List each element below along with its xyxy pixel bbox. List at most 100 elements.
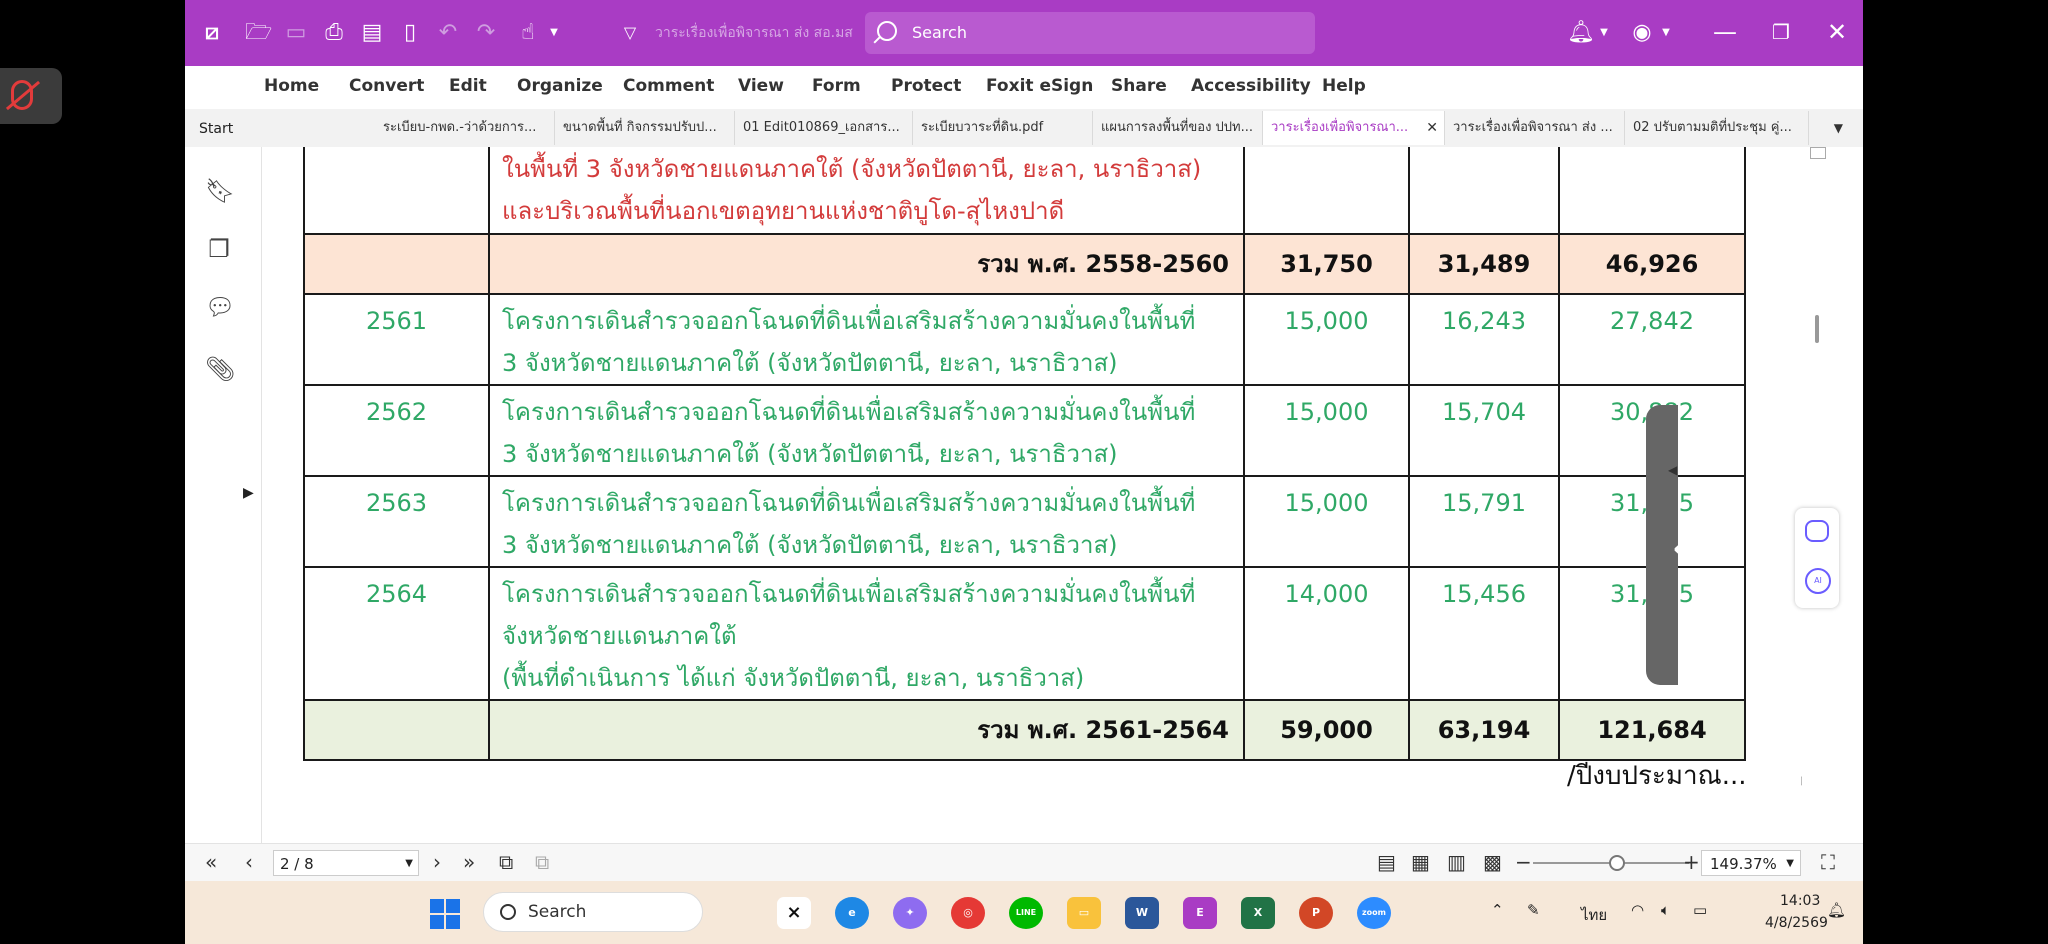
file-explorer-icon[interactable]: ▭ — [1067, 897, 1101, 929]
tab-start[interactable]: Start — [199, 121, 233, 137]
wifi-icon[interactable]: ◠ — [1631, 901, 1644, 919]
previous-view-icon[interactable]: ⧉ — [499, 850, 513, 874]
menu-accessibility[interactable]: Accessibility — [1191, 76, 1311, 96]
next-view-icon[interactable]: ⧉ — [535, 850, 549, 874]
clock-date[interactable]: 4/8/2569 — [1765, 915, 1828, 931]
document-title: วาระเรื่องเพื่อพิจารณา ส่ง สอ.มส — [655, 25, 853, 41]
next-page-icon[interactable]: › — [433, 850, 441, 874]
zoom-out-icon[interactable]: − — [1515, 850, 1532, 874]
hand-tool-dropdown-icon[interactable]: ▼ — [541, 20, 567, 46]
menu-edit[interactable]: Edit — [449, 76, 487, 96]
ai-icon[interactable]: AI — [1805, 568, 1831, 594]
new-document-icon[interactable]: ▯ — [397, 20, 423, 46]
bookmark-icon[interactable]: 🔖︎ — [205, 177, 235, 205]
continuous-facing-view-icon[interactable]: ▩ — [1483, 850, 1502, 874]
attachment-icon[interactable]: 📎︎ — [205, 355, 235, 383]
menu-foxit-esign[interactable]: Foxit eSign — [986, 76, 1093, 96]
page-dropdown-icon[interactable]: ▼ — [405, 851, 413, 877]
chat-bot-icon[interactable] — [1805, 520, 1829, 542]
document-tab[interactable]: แผนการลงพื้นที่ของ ปปท... — [1093, 111, 1263, 145]
edge-app-icon[interactable]: e — [835, 897, 869, 929]
powerpoint-app-icon[interactable]: P — [1299, 897, 1333, 929]
facing-view-icon[interactable]: ▥ — [1447, 850, 1466, 874]
menu-help[interactable]: Help — [1322, 76, 1366, 96]
zoom-in-icon[interactable]: + — [1683, 850, 1700, 874]
comments-icon[interactable]: 💬︎ — [205, 293, 235, 321]
menu-form[interactable]: Form — [812, 76, 861, 96]
battery-icon[interactable]: ▭ — [1693, 901, 1707, 919]
line-app-icon[interactable]: LINE — [1009, 897, 1043, 929]
document-tab[interactable]: 01 Edit010869_เอกสาร... — [735, 111, 913, 145]
first-page-icon[interactable]: « — [205, 850, 217, 874]
pages-icon[interactable]: ❐ — [205, 235, 233, 263]
bell-dropdown-icon[interactable]: ▼ — [1591, 20, 1617, 46]
account-icon[interactable]: ◉ — [1629, 20, 1655, 46]
notification-icon[interactable]: 🔔︎ — [1827, 901, 1846, 919]
input-language[interactable]: ไทย — [1581, 903, 1607, 927]
save-icon[interactable]: ▭ — [283, 20, 309, 46]
single-page-view-icon[interactable]: ▤ — [1377, 850, 1396, 874]
vertical-scrollbar[interactable] — [1807, 147, 1827, 843]
scrollbar-top-marker — [1810, 147, 1826, 159]
restore-button[interactable]: ❐ — [1761, 12, 1801, 52]
taskbar-search-box[interactable]: Search — [483, 892, 703, 932]
value-cell: 16,243 — [1442, 307, 1526, 335]
close-button[interactable]: ✕ — [1817, 12, 1857, 52]
pen-icon[interactable]: ✎ — [1527, 901, 1540, 919]
document-tab[interactable]: ระเบียบ-กพด.-ว่าด้วยการ... — [375, 111, 555, 145]
menu-protect[interactable]: Protect — [891, 76, 961, 96]
menu-home[interactable]: Home — [264, 76, 319, 96]
redo-icon[interactable]: ↷ — [473, 20, 499, 46]
zoom-dropdown-icon[interactable]: ▼ — [1786, 851, 1794, 877]
menu-comment[interactable]: Comment — [623, 76, 714, 96]
continuous-view-icon[interactable]: ▦ — [1411, 850, 1430, 874]
document-tab[interactable]: วาระเรื่องเพื่อพิจารณา ส่ง ... — [1445, 111, 1625, 145]
word-app-icon[interactable]: W — [1125, 897, 1159, 929]
zoom-level-field[interactable]: 149.37% ▼ — [1701, 850, 1801, 876]
scrollbar-thumb[interactable] — [1815, 315, 1819, 343]
tab-list-dropdown-icon[interactable]: ▼ — [1834, 121, 1843, 135]
year-cell: 2564 — [365, 580, 428, 608]
fullscreen-icon[interactable]: ⛶ — [1821, 850, 1835, 874]
tab-close-icon[interactable]: ✕ — [1426, 111, 1438, 145]
ai-assistant-widget[interactable]: AI — [1795, 508, 1839, 608]
foxit-editor-window: ⧄ 🗁 ▭ ⎙ ▤ ▯ ↶ ↷ ☝ ▼ ▽ วาระเรื่องเพื่อพิจ… — [185, 0, 1863, 944]
menu-view[interactable]: View — [738, 76, 784, 96]
muted-microphone-icon[interactable] — [0, 68, 62, 124]
hand-tool-icon[interactable]: ☝ — [515, 20, 541, 46]
bell-icon[interactable]: 🔔︎ — [1567, 20, 1595, 46]
document-tab[interactable]: 02 ปรับตามมติที่ประชุม คู่... — [1625, 111, 1809, 145]
document-tab[interactable]: ระเบียบวาระที่ดิน.pdf — [913, 111, 1093, 145]
total-value: 59,000 — [1280, 716, 1373, 744]
document-tab[interactable]: ขนาดพื้นที่ กิจกรรมปรับป... — [555, 111, 735, 145]
zoom-slider-thumb[interactable] — [1609, 855, 1625, 871]
capcut-app-icon[interactable]: ⨯ — [777, 897, 811, 929]
volume-icon[interactable]: 🔈︎ — [1661, 901, 1670, 919]
windows-start-icon[interactable] — [430, 899, 460, 929]
chevron-left-icon[interactable]: ‹ — [1670, 512, 1694, 582]
zoom-app-icon[interactable]: zoom — [1357, 897, 1391, 929]
chrome-app-icon[interactable]: ◎ — [951, 897, 985, 929]
page-number-field[interactable]: 2 / 8 ▼ — [273, 850, 419, 876]
document-tab-active[interactable]: วาระเรื่องเพื่อพิจารณา... ✕ — [1263, 111, 1445, 145]
menu-share[interactable]: Share — [1111, 76, 1167, 96]
quick-access-dropdown-icon[interactable]: ▽ — [617, 20, 643, 46]
create-pdf-icon[interactable]: ▤ — [359, 20, 385, 46]
open-folder-icon[interactable]: 🗁 — [245, 20, 272, 46]
clock-time[interactable]: 14:03 — [1780, 893, 1820, 909]
search-box[interactable]: Search — [865, 12, 1315, 54]
excel-app-icon[interactable]: X — [1241, 897, 1275, 929]
account-dropdown-icon[interactable]: ▼ — [1653, 20, 1679, 46]
last-page-icon[interactable]: » — [463, 850, 475, 874]
menu-organize[interactable]: Organize — [517, 76, 603, 96]
foxit-editor-app-icon[interactable]: E — [1183, 897, 1217, 929]
minimize-button[interactable]: — — [1705, 12, 1745, 52]
expand-panel-icon[interactable]: ▶ — [243, 485, 254, 501]
print-icon[interactable]: ⎙ — [321, 20, 347, 46]
previous-page-icon[interactable]: ‹ — [245, 850, 253, 874]
menu-convert[interactable]: Convert — [349, 76, 424, 96]
undo-icon[interactable]: ↶ — [435, 20, 461, 46]
flyout-collapse-icon[interactable]: ◀ — [1668, 463, 1677, 477]
tray-overflow-icon[interactable]: ⌃ — [1491, 901, 1504, 919]
copilot-app-icon[interactable]: ✦ — [893, 897, 927, 929]
